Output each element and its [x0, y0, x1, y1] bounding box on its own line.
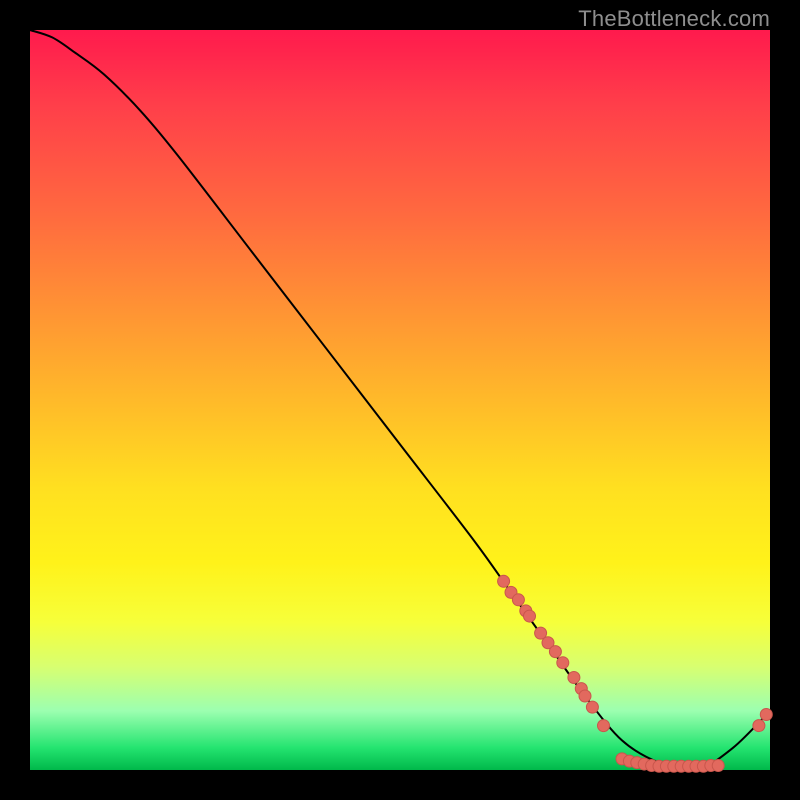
data-point	[753, 720, 765, 732]
chart-stage: TheBottleneck.com	[0, 0, 800, 800]
data-point	[712, 760, 724, 772]
data-point	[568, 672, 580, 684]
data-point	[598, 720, 610, 732]
data-point	[498, 575, 510, 587]
data-markers	[498, 575, 773, 772]
data-point	[524, 610, 536, 622]
data-point	[579, 690, 591, 702]
curve-svg	[30, 30, 770, 770]
bottleneck-curve	[30, 30, 770, 771]
data-point	[760, 709, 772, 721]
data-point	[586, 701, 598, 713]
attribution-text: TheBottleneck.com	[578, 6, 770, 32]
plot-area	[30, 30, 770, 770]
data-point	[549, 646, 561, 658]
data-point	[512, 594, 524, 606]
data-point	[557, 657, 569, 669]
